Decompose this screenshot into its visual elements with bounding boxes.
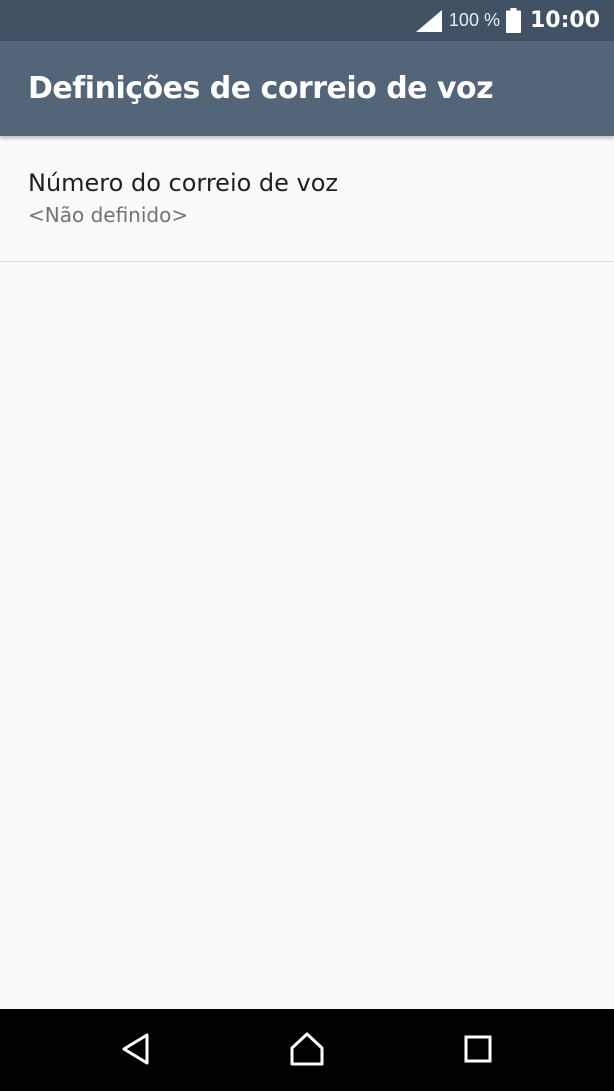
recents-button[interactable] xyxy=(450,1023,506,1075)
voicemail-number-title: Número do correio de voz xyxy=(28,169,339,197)
status-bar: 100 % 10:00 xyxy=(0,0,614,41)
home-icon xyxy=(290,1032,324,1066)
battery-percent: 100 % xyxy=(448,10,500,30)
back-icon xyxy=(122,1033,149,1065)
battery-icon xyxy=(505,8,521,33)
navigation-bar xyxy=(0,1009,614,1091)
voicemail-number-summary: <Não definido> xyxy=(28,203,189,227)
voicemail-settings-screen: 100 % 10:00 Definições de correio de voz… xyxy=(0,0,614,1091)
voicemail-number-item[interactable]: Número do correio de voz <Não definido> xyxy=(0,136,614,262)
recents-icon xyxy=(464,1035,492,1063)
back-button[interactable] xyxy=(108,1023,164,1075)
app-bar: Definições de correio de voz xyxy=(0,41,614,136)
clock: 10:00 xyxy=(529,8,600,33)
home-button[interactable] xyxy=(279,1023,335,1075)
signal-icon xyxy=(415,9,442,32)
page-title: Definições de correio de voz xyxy=(28,71,494,106)
